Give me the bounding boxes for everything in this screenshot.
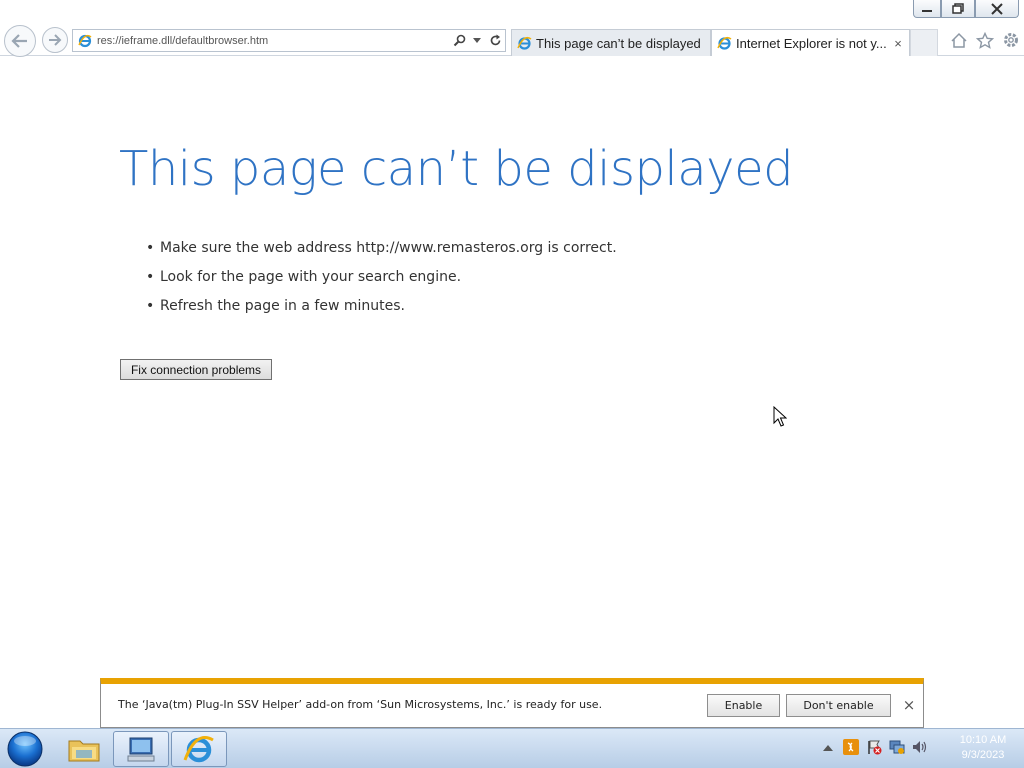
folder-icon (68, 740, 100, 762)
list-item: Make sure the web address http://www.rem… (146, 237, 617, 266)
dont-enable-button[interactable]: Don't enable (786, 694, 891, 717)
minimize-icon (922, 9, 932, 12)
ie-window: res://ieframe.dll/defaultbrowser.htm Thi… (0, 0, 1024, 768)
refresh-icon[interactable] (487, 33, 503, 49)
close-window-button[interactable] (975, 0, 1019, 18)
speaker-icon[interactable] (912, 739, 928, 755)
tab-label: This page can’t be displayed (536, 35, 701, 51)
start-button[interactable] (4, 731, 46, 767)
address-bar[interactable]: res://ieframe.dll/defaultbrowser.htm (72, 29, 506, 52)
restore-button[interactable] (941, 0, 975, 18)
minimize-button[interactable] (913, 0, 941, 18)
gear-icon[interactable] (1000, 30, 1022, 50)
internet-explorer-icon (183, 736, 214, 763)
back-arrow-icon (11, 34, 27, 48)
home-icon[interactable] (948, 30, 970, 50)
star-icon[interactable] (974, 30, 996, 50)
monitor-icon (127, 737, 155, 762)
close-notification-icon[interactable]: × (901, 697, 917, 713)
page-content: This page can’t be displayed Make sure t… (0, 57, 1024, 677)
notification-message: The ‘Java(tm) Plug-In SSV Helper’ add-on… (118, 698, 603, 711)
window-controls (913, 0, 1019, 18)
chevron-down-icon[interactable] (469, 33, 485, 49)
windows-orb-icon (7, 731, 43, 767)
action-center-flag-icon[interactable] (866, 739, 882, 755)
search-icon[interactable] (451, 33, 467, 49)
ie-taskbar-button[interactable] (171, 731, 227, 767)
java-icon[interactable] (843, 739, 859, 755)
addon-notification-bar: The ‘Java(tm) Plug-In SSV Helper’ add-on… (100, 678, 924, 728)
computer-taskbar-button[interactable] (113, 731, 169, 767)
network-icon[interactable] (889, 739, 905, 755)
clock-date: 9/3/2023 (961, 749, 1005, 761)
close-tab-icon[interactable]: × (890, 36, 906, 51)
tab-page-cant-be-displayed[interactable]: This page can’t be displayed (511, 29, 711, 56)
list-item: Refresh the page in a few minutes. (146, 295, 617, 324)
ie-page-icon (78, 34, 92, 47)
command-icons (948, 30, 1022, 50)
enable-button[interactable]: Enable (707, 694, 780, 717)
taskbar: 10:10 AM 9/3/2023 (0, 728, 1024, 768)
system-tray (820, 739, 928, 755)
tab-ie-not-default[interactable]: Internet Explorer is not y... × (711, 29, 910, 56)
forward-arrow-icon (49, 34, 62, 46)
chevron-up-icon[interactable] (820, 739, 836, 755)
page-title: This page can’t be displayed (119, 141, 794, 197)
clock-time: 10:10 AM (959, 734, 1007, 746)
ie-tab-icon (517, 36, 532, 50)
explorer-taskbar-button[interactable] (56, 731, 112, 767)
suggestion-list: Make sure the web address http://www.rem… (146, 237, 617, 324)
fix-connection-button[interactable]: Fix connection problems (120, 359, 272, 380)
clock[interactable]: 10:10 AM 9/3/2023 (948, 733, 1018, 763)
browser-toolbar: res://ieframe.dll/defaultbrowser.htm Thi… (0, 0, 1024, 57)
close-icon (991, 2, 1003, 15)
new-tab-button[interactable] (910, 29, 938, 56)
back-button[interactable] (4, 25, 36, 57)
list-item: Look for the page with your search engin… (146, 266, 617, 295)
tab-label: Internet Explorer is not y... (736, 35, 887, 51)
address-url[interactable]: res://ieframe.dll/defaultbrowser.htm (97, 35, 451, 47)
forward-button[interactable] (42, 27, 68, 53)
ie-tab-icon (717, 36, 732, 50)
mouse-cursor-icon (773, 406, 787, 427)
restore-icon (952, 3, 964, 14)
